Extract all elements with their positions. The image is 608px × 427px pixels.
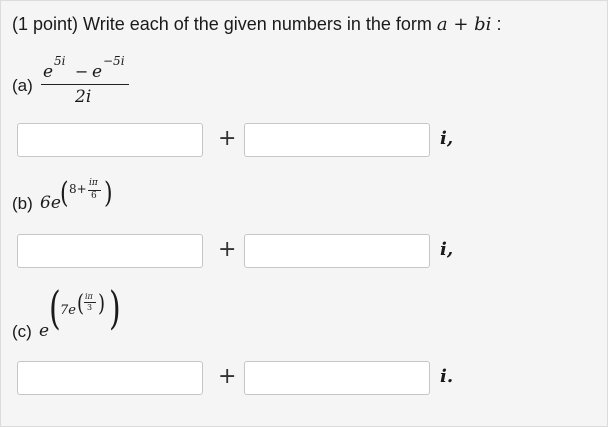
part-c-label: (c) — [12, 322, 32, 341]
part-c-inner-right-paren: ) — [98, 290, 106, 318]
part-a-num-exp1: 5i — [54, 54, 66, 68]
part-b-label: (b) — [12, 194, 33, 213]
form-a: a — [436, 14, 448, 35]
part-a-num-exp2: −5i — [103, 54, 125, 68]
part-c-i-unit: i. — [440, 366, 454, 387]
form-plus: + — [447, 14, 475, 35]
part-a-minus: − — [75, 62, 89, 81]
prompt-prefix: (1 point) Write each of the given number… — [12, 14, 437, 34]
problem-panel: (1 point) Write each of the given number… — [0, 0, 608, 427]
part-b-plus-sign: + — [218, 237, 237, 262]
part-c-inner-left-paren: ( — [77, 290, 85, 318]
part-c-left-paren: ( — [49, 283, 61, 336]
part-c-imag-input[interactable] — [244, 361, 430, 395]
part-a-real-input[interactable] — [17, 123, 203, 157]
part-a-label: (a) — [12, 76, 33, 95]
part-a-num-base1: e — [43, 62, 54, 82]
part-c-real-input[interactable] — [17, 361, 203, 395]
part-a-i-unit: i, — [440, 128, 454, 149]
part-b-imag-input[interactable] — [244, 234, 430, 268]
problem-prompt: (1 point) Write each of the given number… — [12, 14, 501, 35]
part-b-frac-num: iπ — [89, 178, 98, 188]
part-c-right-paren: ) — [109, 283, 121, 336]
part-c-frac-num: iπ — [85, 292, 93, 301]
part-b-right-paren: ) — [104, 178, 113, 211]
part-b-i-unit: i, — [440, 239, 454, 260]
part-a-plus-sign: + — [218, 126, 237, 151]
part-c-frac-den: 3 — [87, 303, 93, 312]
prompt-suffix: : — [491, 14, 502, 34]
form-b: b — [474, 14, 486, 35]
part-a-fraction-bar — [41, 84, 129, 86]
part-b-frac-den: 6 — [91, 191, 97, 201]
part-c-inner-base: 7e — [60, 303, 76, 318]
part-a-num-base2: e — [92, 62, 103, 82]
part-c-plus-sign: + — [218, 364, 237, 389]
part-c-base: e — [39, 321, 50, 341]
part-a-imag-input[interactable] — [244, 123, 430, 157]
part-a-denominator: 2i — [75, 87, 92, 107]
part-b-left-paren: ( — [60, 178, 69, 211]
part-b-eight: 8+ — [69, 182, 87, 196]
part-b-coefficient: 6e — [40, 193, 61, 213]
part-b-real-input[interactable] — [17, 234, 203, 268]
